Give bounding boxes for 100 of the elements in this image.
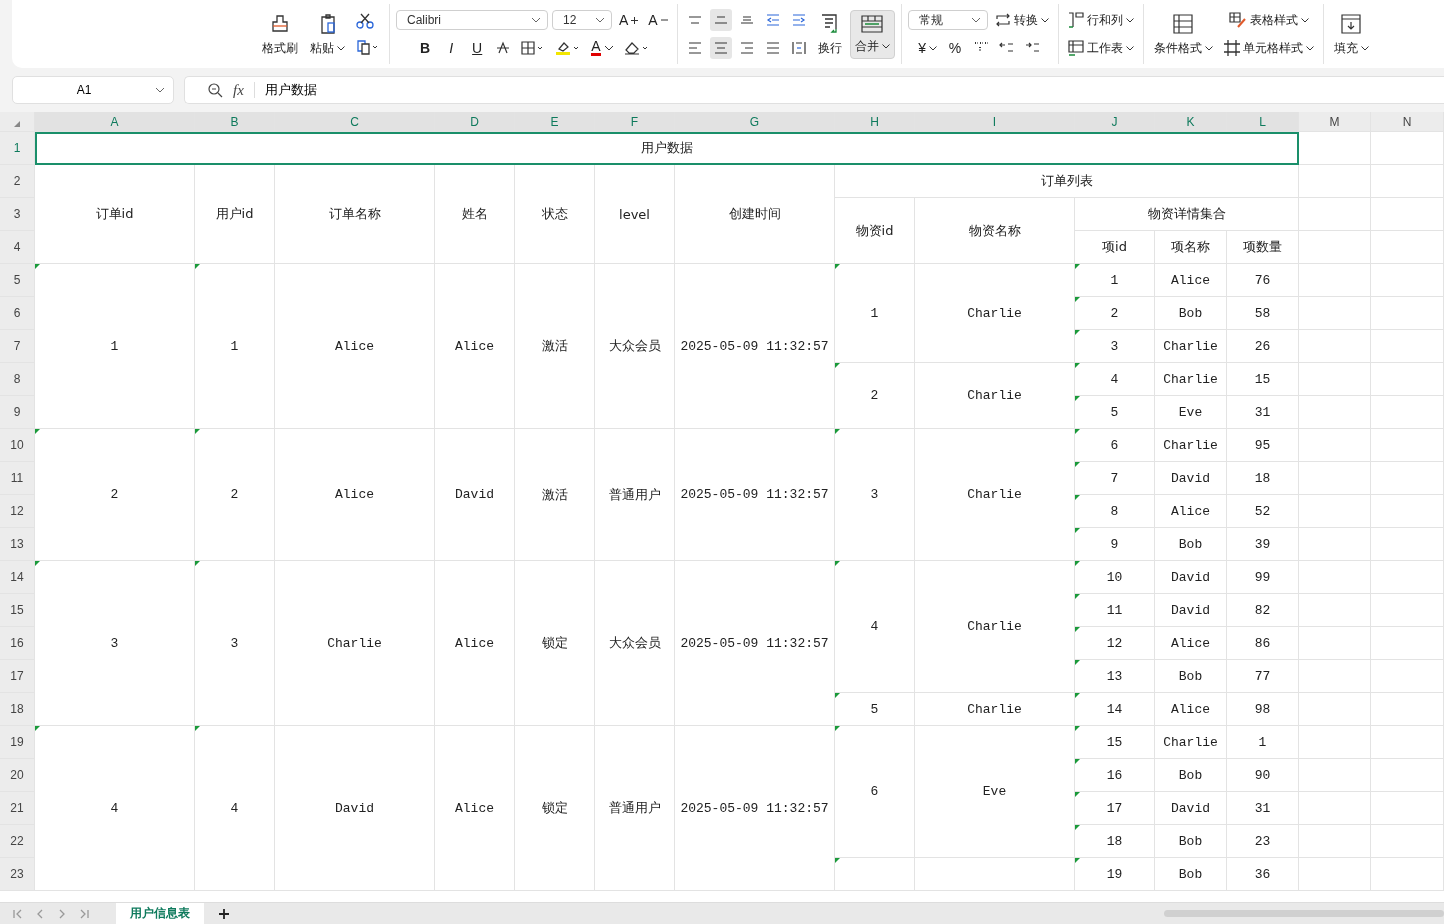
worksheet-button[interactable]: 工作表 <box>1064 37 1137 59</box>
user-id-cell: 1 <box>195 264 275 429</box>
vertical-align-button[interactable] <box>709 9 732 31</box>
row-header[interactable]: 5 <box>0 264 35 297</box>
row-header[interactable]: 3 <box>0 198 35 231</box>
align-icon <box>687 42 702 54</box>
column-header[interactable]: M <box>1299 112 1371 132</box>
column-header[interactable]: B <box>195 112 275 132</box>
column-header[interactable]: G <box>675 112 835 132</box>
formula-field[interactable]: 用户数据 <box>264 81 317 99</box>
convert-button[interactable]: 转换 <box>991 9 1052 31</box>
chevron-down-icon <box>155 87 165 93</box>
fill-button[interactable]: 填充 <box>1329 8 1373 60</box>
horizontal-align-button[interactable] <box>709 37 732 59</box>
item-name-cell: Bob <box>1155 825 1227 858</box>
select-all-icon[interactable] <box>13 120 21 128</box>
cell-reference-field[interactable]: A1 <box>12 76 174 104</box>
row-header[interactable]: 17 <box>0 660 35 693</box>
row-header[interactable]: 18 <box>0 693 35 726</box>
row-header[interactable]: 15 <box>0 594 35 627</box>
decrease-font-button[interactable]: A <box>645 9 671 31</box>
order-name-cell: Alice <box>275 264 435 429</box>
italic-button[interactable]: I <box>440 37 463 59</box>
chevron-down-icon <box>1204 45 1213 51</box>
item-name-cell: Alice <box>1155 627 1227 660</box>
status-cell: 激活 <box>515 264 595 429</box>
column-header[interactable]: D <box>435 112 515 132</box>
first-sheet-icon[interactable] <box>12 907 24 920</box>
underline-button[interactable]: U <box>466 37 489 59</box>
row-header[interactable]: 4 <box>0 231 35 264</box>
row-header[interactable]: 16 <box>0 627 35 660</box>
format-painter-button[interactable]: 格式刷 <box>258 8 302 60</box>
row-header[interactable]: 20 <box>0 759 35 792</box>
percent-button[interactable]: % <box>944 37 967 59</box>
row-header[interactable]: 2 <box>0 165 35 198</box>
column-header[interactable]: E <box>515 112 595 132</box>
merge-button[interactable]: 合并 <box>849 9 895 59</box>
row-header[interactable]: 9 <box>0 396 35 429</box>
header-cell: 订单列表 <box>835 165 1299 198</box>
row-header[interactable]: 22 <box>0 825 35 858</box>
sheet-tab[interactable]: 用户信息表 <box>116 903 204 924</box>
bold-button[interactable]: B <box>414 37 437 59</box>
material-name-cell: Charlie <box>915 561 1075 693</box>
row-header[interactable]: 23 <box>0 858 35 891</box>
column-header[interactable]: K <box>1155 112 1227 132</box>
row-header[interactable]: 10 <box>0 429 35 462</box>
column-header[interactable]: F <box>595 112 675 132</box>
row-header[interactable]: 12 <box>0 495 35 528</box>
conditional-format-icon <box>1172 12 1195 35</box>
row-header[interactable]: 1 <box>0 132 35 165</box>
row-header[interactable]: 13 <box>0 528 35 561</box>
column-header[interactable]: N <box>1371 112 1444 132</box>
cell-style-button[interactable]: 单元格样式 <box>1220 37 1317 59</box>
paste-button[interactable]: 粘贴 <box>306 8 349 60</box>
row-header[interactable]: 8 <box>0 363 35 396</box>
item-name-cell: Charlie <box>1155 330 1227 363</box>
add-sheet-icon[interactable] <box>218 907 230 920</box>
column-header[interactable]: H <box>835 112 915 132</box>
item-quantity-cell: 99 <box>1227 561 1299 594</box>
outdent-icon <box>765 14 780 26</box>
item-quantity-cell: 95 <box>1227 429 1299 462</box>
row-header[interactable]: 6 <box>0 297 35 330</box>
last-sheet-icon[interactable] <box>78 907 90 920</box>
material-id-cell: 3 <box>835 429 915 561</box>
indent-icon <box>791 14 806 26</box>
font-color-button[interactable]: A <box>588 37 617 59</box>
zoom-out-icon[interactable] <box>207 82 223 98</box>
header-cell: 物资详情集合 <box>1075 198 1299 231</box>
decimal-arrow-icon <box>999 41 1016 55</box>
header-cell: 项名称 <box>1155 231 1227 264</box>
column-header[interactable]: C <box>275 112 435 132</box>
item-id-cell: 3 <box>1075 330 1155 363</box>
function-label[interactable]: fx <box>233 81 244 99</box>
font-dropdown[interactable]: Calibri <box>396 10 548 30</box>
conditional-format-button[interactable]: 条件格式 <box>1149 8 1217 60</box>
column-header[interactable]: I <box>915 112 1075 132</box>
column-header[interactable]: J <box>1075 112 1155 132</box>
row-header[interactable]: 7 <box>0 330 35 363</box>
header-cell: 用户id <box>195 165 275 264</box>
align-icon <box>765 42 780 54</box>
row-header[interactable]: 14 <box>0 561 35 594</box>
increase-font-button[interactable]: A <box>616 9 642 31</box>
number-format-dropdown[interactable]: 常规 <box>907 10 988 30</box>
row-header[interactable]: 11 <box>0 462 35 495</box>
currency-button[interactable]: ¥ <box>915 37 941 59</box>
wrap-text-button[interactable]: 换行 <box>813 8 846 60</box>
column-header[interactable]: A <box>35 112 195 132</box>
item-name-cell: Alice <box>1155 693 1227 726</box>
minus-icon <box>660 19 668 21</box>
column-header[interactable]: L <box>1227 112 1299 132</box>
rows-columns-button[interactable]: 行和列 <box>1064 9 1137 31</box>
horizontal-scrollbar[interactable] <box>1164 910 1444 917</box>
table-style-button[interactable]: 表格样式 <box>1220 9 1317 31</box>
font-size-dropdown[interactable]: 12 <box>552 10 612 30</box>
merge-cells-icon <box>861 14 884 33</box>
chevron-down-icon <box>531 17 541 23</box>
row-header[interactable]: 19 <box>0 726 35 759</box>
row-header[interactable]: 21 <box>0 792 35 825</box>
title-cell: 用户数据 <box>35 132 1299 165</box>
item-id-cell: 6 <box>1075 429 1155 462</box>
